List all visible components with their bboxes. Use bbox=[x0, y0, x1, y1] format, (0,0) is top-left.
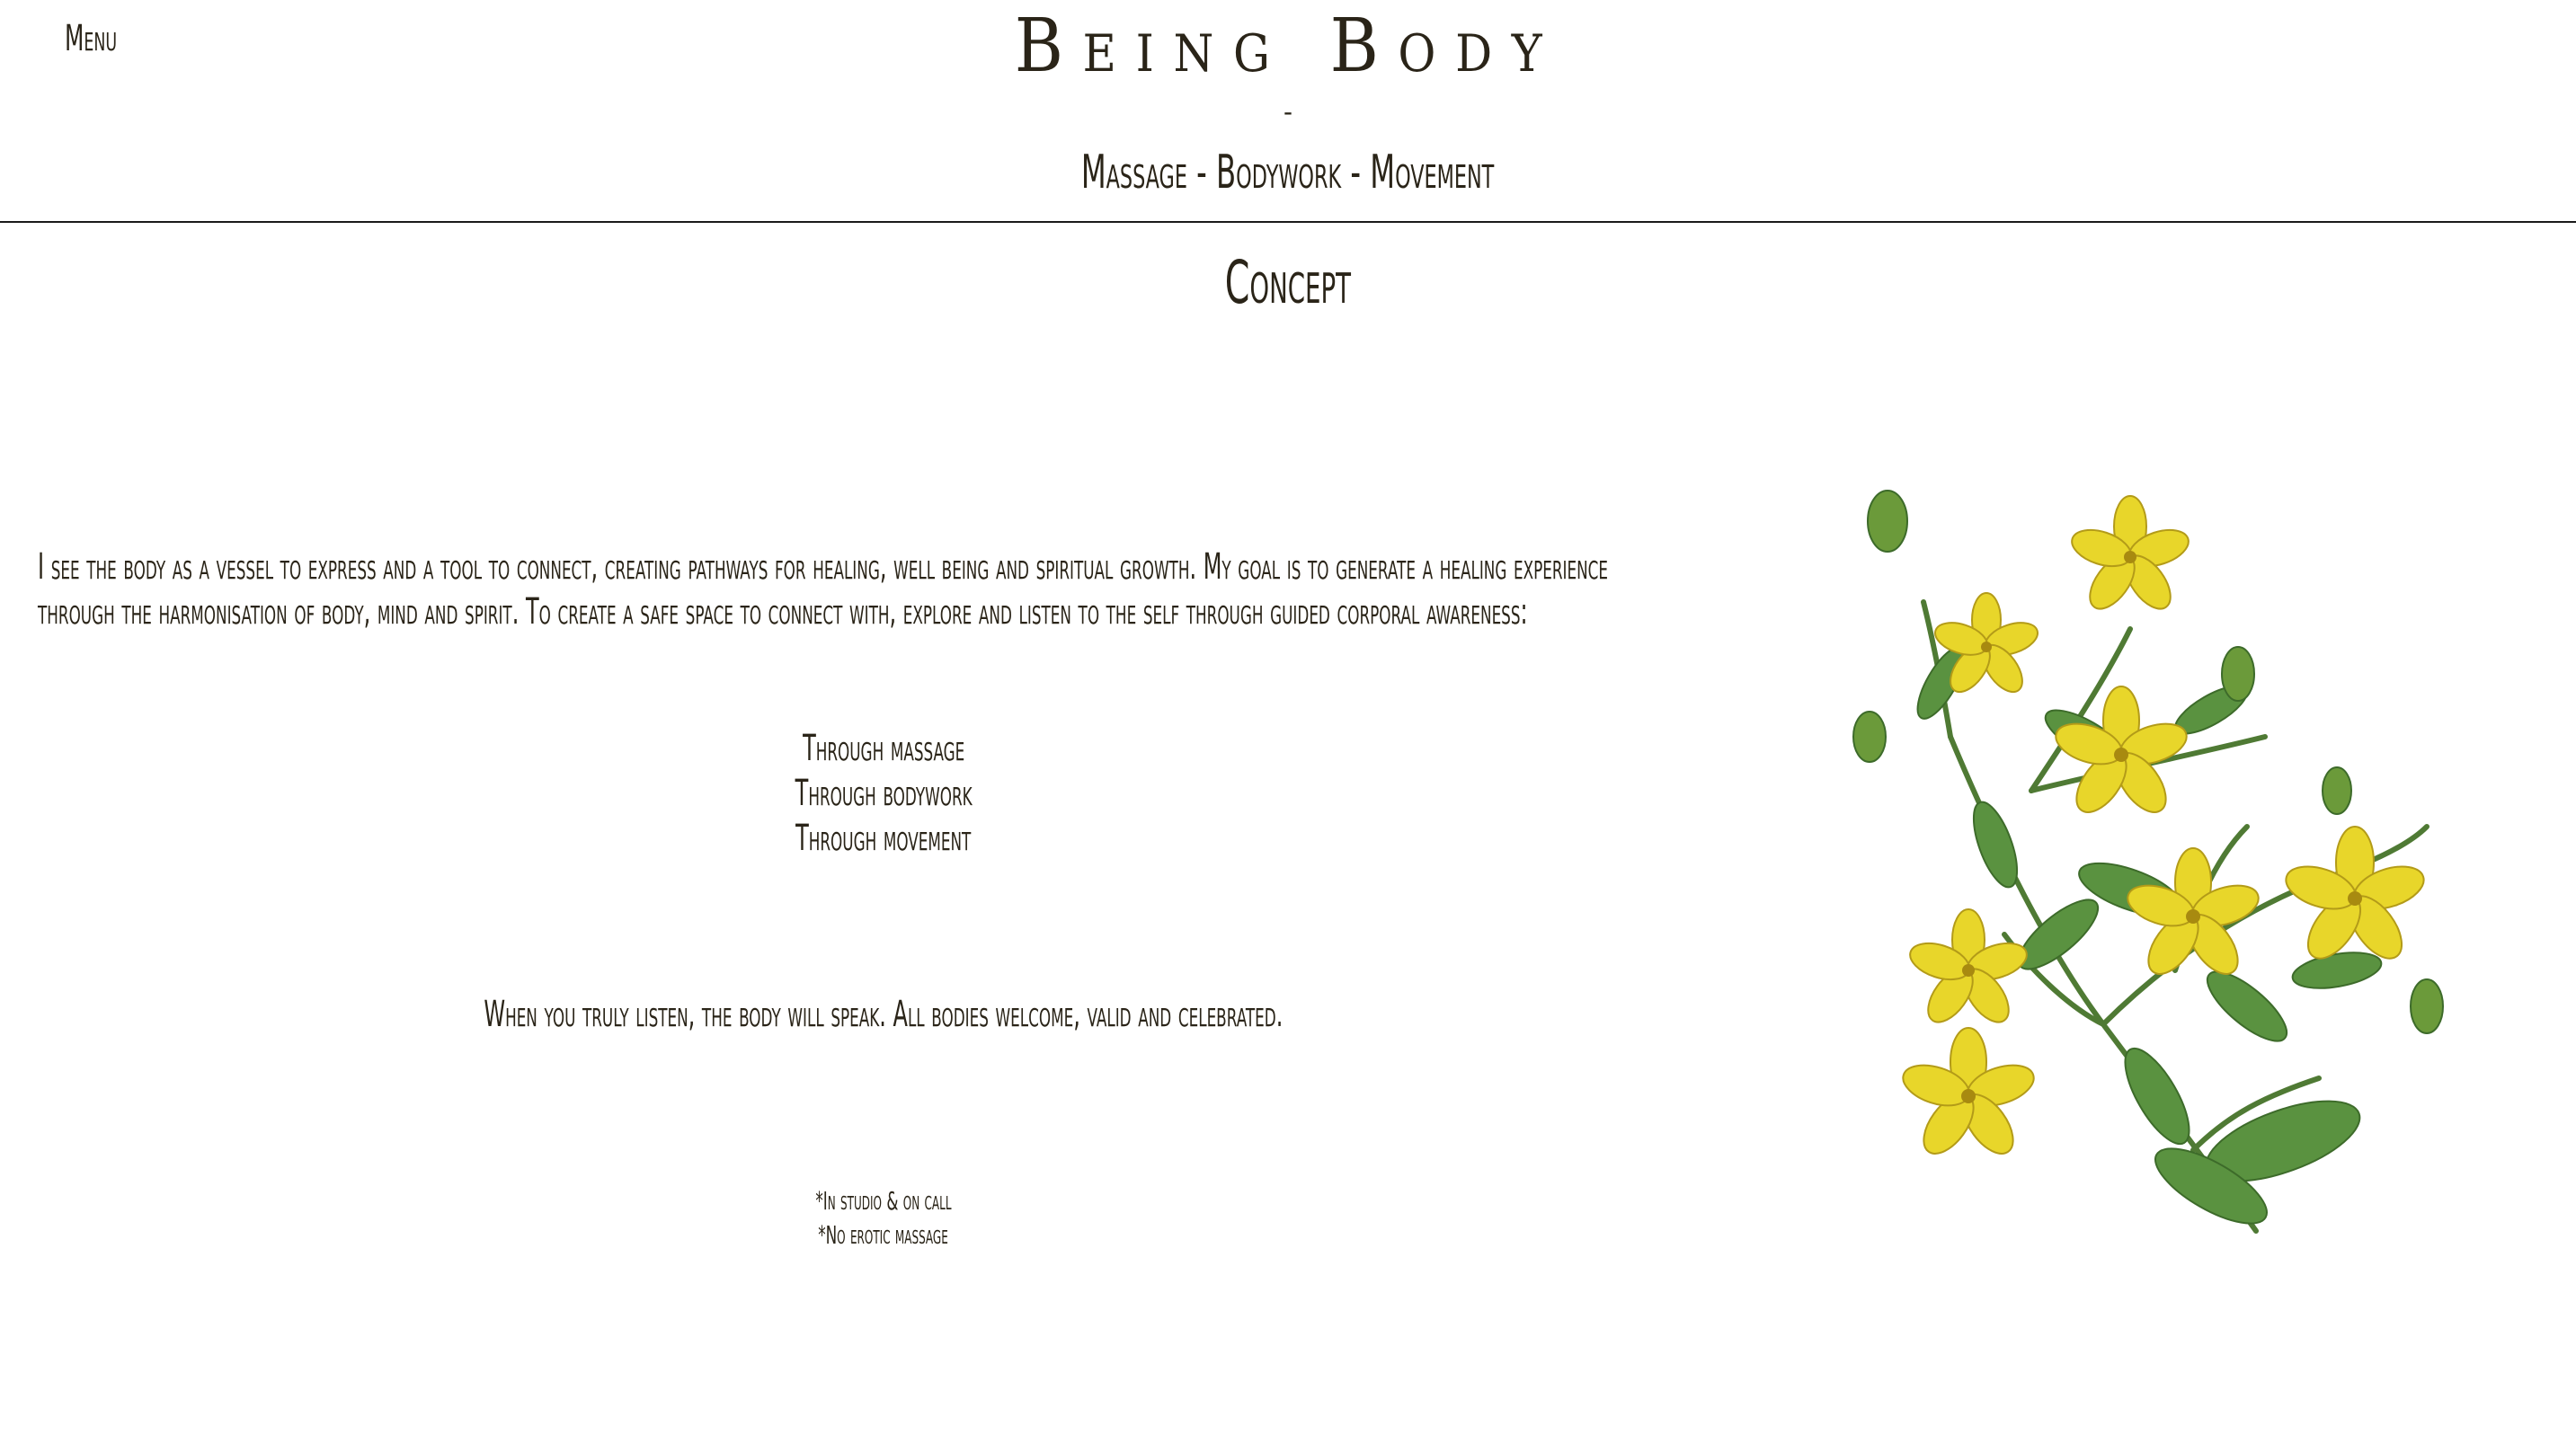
flower-illustration bbox=[1852, 490, 2444, 1234]
header-divider bbox=[0, 221, 2576, 223]
notes: *In studio & on call *No erotic massage bbox=[0, 1184, 1767, 1253]
intro-paragraph: I see the body as a vessel to express an… bbox=[38, 544, 1763, 634]
intro-line-1: I see the body as a vessel to express an… bbox=[38, 546, 1609, 588]
brand-separator: - bbox=[1284, 97, 1292, 127]
tagline: Massage - Bodywork - Movement bbox=[1081, 146, 1495, 199]
through-item: Through movement bbox=[795, 818, 972, 859]
quote-text: When you truly listen, the body will spe… bbox=[484, 994, 1284, 1035]
through-item: Through bodywork bbox=[795, 773, 973, 814]
through-item: Through massage bbox=[802, 728, 965, 769]
menu-button[interactable]: Menu bbox=[65, 18, 117, 59]
site-brand[interactable]: Being Body bbox=[129, 4, 2447, 89]
through-list: Through massage Through bodywork Through… bbox=[0, 726, 1767, 861]
page-title: Concept bbox=[1224, 248, 1352, 317]
note-item: *No erotic massage bbox=[818, 1220, 949, 1250]
note-item: *In studio & on call bbox=[815, 1186, 952, 1216]
intro-line-2: through the harmonisation of body, mind … bbox=[38, 591, 1528, 633]
